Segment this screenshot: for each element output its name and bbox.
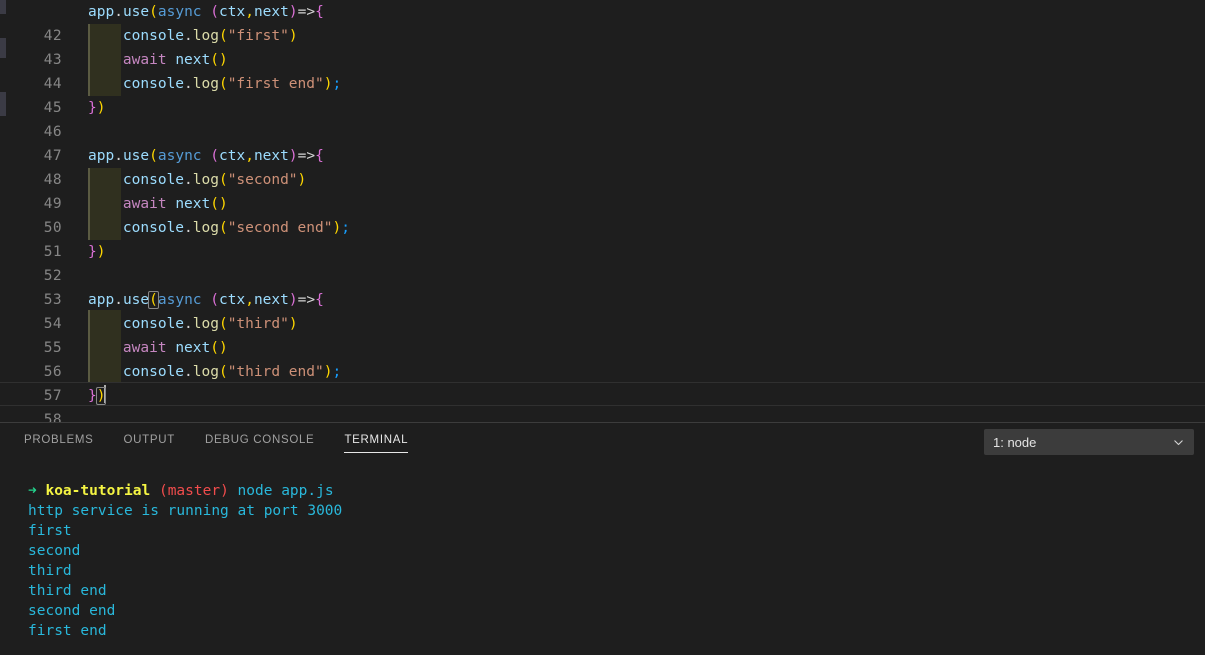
terminal-output-line: http service is running at port 3000 <box>28 503 343 519</box>
prompt-directory: koa-tutorial <box>45 483 151 499</box>
line-content: await next() <box>122 52 228 68</box>
terminal-output-line: first <box>28 523 72 539</box>
code-line[interactable]: 53 <box>0 264 1205 308</box>
code-line[interactable]: 56 await next() <box>0 336 1205 380</box>
terminal-prompt-line: ➜ koa-tutorial (master) node app.js <box>28 481 1205 501</box>
code-editor[interactable]: 42 app.use(async (ctx,next)=>{ 43 consol… <box>0 0 1205 422</box>
code-line[interactable]: 45 console.log("first end"); <box>0 72 1205 116</box>
code-content[interactable]: 42 app.use(async (ctx,next)=>{ 43 consol… <box>0 0 1205 422</box>
prompt-command: node app.js <box>237 483 334 499</box>
code-line[interactable]: 46 }) <box>0 96 1205 140</box>
line-content: }) <box>88 100 106 116</box>
terminal-output-line: second end <box>28 603 116 619</box>
bottom-panel: PROBLEMS OUTPUT DEBUG CONSOLE TERMINAL 1… <box>0 422 1205 655</box>
code-line[interactable]: 57 console.log("third end"); <box>0 360 1205 404</box>
line-content: }) <box>88 384 107 408</box>
text-cursor <box>104 385 107 403</box>
chevron-down-icon <box>1172 436 1185 449</box>
line-content: await next() <box>122 196 228 212</box>
code-line[interactable]: 51 console.log("second end"); <box>0 216 1205 260</box>
line-content: console.log("first") <box>122 28 298 44</box>
tab-output[interactable]: OUTPUT <box>120 430 179 453</box>
terminal-output-line: second <box>28 543 81 559</box>
code-line[interactable]: 54 app.use(async (ctx,next)=>{ <box>0 288 1205 332</box>
line-content: await next() <box>122 340 228 356</box>
bracket-match-open: ( <box>148 291 159 309</box>
tab-problems[interactable]: PROBLEMS <box>20 430 98 453</box>
panel-header: PROBLEMS OUTPUT DEBUG CONSOLE TERMINAL 1… <box>0 423 1205 459</box>
code-line-current[interactable]: 58 }) <box>0 384 1205 422</box>
prompt-arrow-icon: ➜ <box>28 483 37 499</box>
line-content: app.use(async (ctx,next)=>{ <box>88 291 324 309</box>
line-content: app.use(async (ctx,next)=>{ <box>88 148 324 164</box>
code-line[interactable]: 48 app.use(async (ctx,next)=>{ <box>0 144 1205 188</box>
code-line[interactable]: 43 console.log("first") <box>0 24 1205 68</box>
prompt-git-branch: (master) <box>158 483 229 499</box>
line-content: console.log("third") <box>122 316 298 332</box>
code-line[interactable]: 52 }) <box>0 240 1205 284</box>
code-line[interactable]: 47 <box>0 120 1205 164</box>
terminal-output-line: first end <box>28 623 107 639</box>
code-line[interactable]: 49 console.log("second") <box>0 168 1205 212</box>
terminal-output-area[interactable]: ➜ koa-tutorial (master) node app.js http… <box>0 459 1205 655</box>
line-content: console.log("third end"); <box>122 364 342 380</box>
code-line[interactable]: 50 await next() <box>0 192 1205 236</box>
terminal-output-line: third <box>28 563 72 579</box>
line-content: console.log("second") <box>122 172 307 188</box>
tab-debug-console[interactable]: DEBUG CONSOLE <box>201 430 318 453</box>
terminal-instance-label: 1: node <box>993 434 1037 450</box>
line-content: app.use(async (ctx,next)=>{ <box>88 4 324 20</box>
terminal-output-line: third end <box>28 583 107 599</box>
terminal-instance-select[interactable]: 1: node <box>984 429 1194 455</box>
code-line[interactable]: 44 await next() <box>0 48 1205 92</box>
line-number: 58 <box>43 412 62 422</box>
line-content: console.log("first end"); <box>122 76 342 92</box>
line-content: console.log("second end"); <box>122 220 350 236</box>
code-line[interactable]: 42 app.use(async (ctx,next)=>{ <box>0 0 1205 44</box>
line-content: }) <box>88 244 106 260</box>
code-line[interactable]: 55 console.log("third") <box>0 312 1205 356</box>
tab-terminal[interactable]: TERMINAL <box>340 430 412 453</box>
